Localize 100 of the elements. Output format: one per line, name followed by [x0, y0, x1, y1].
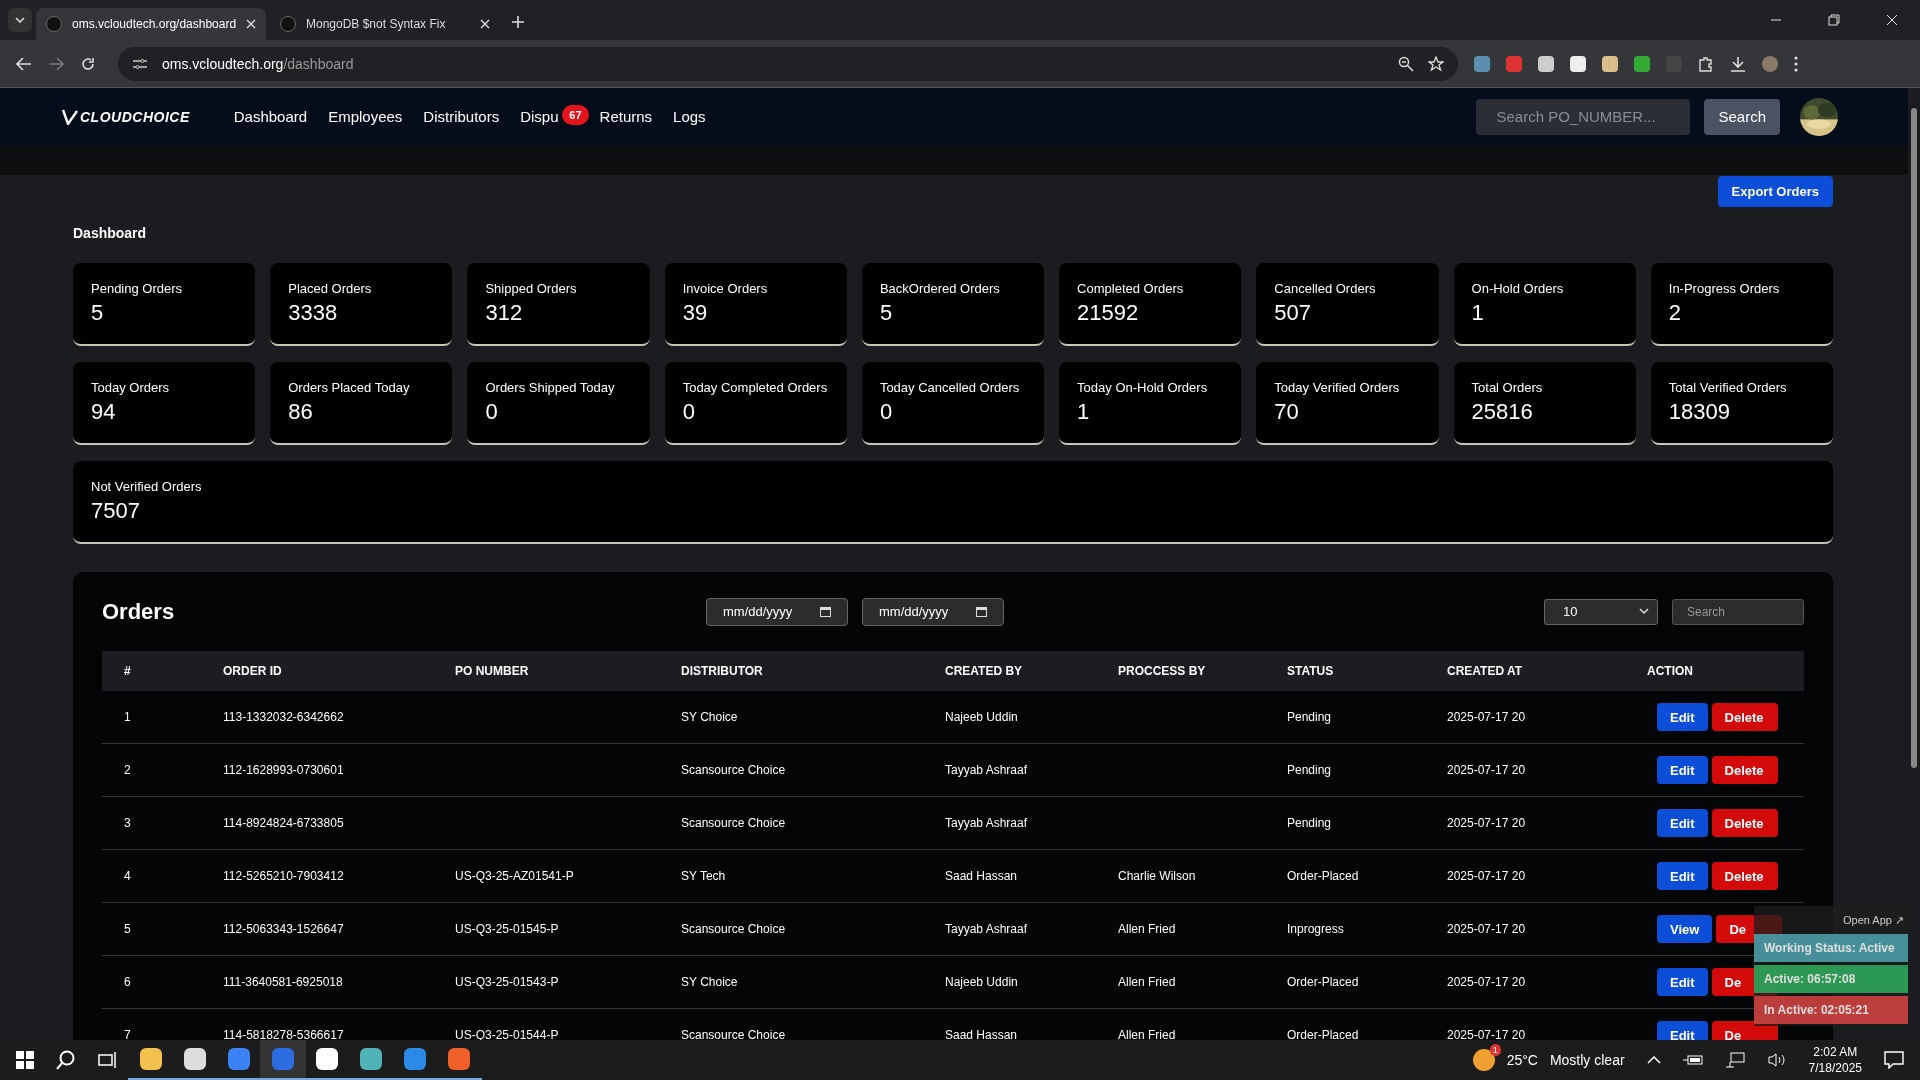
column-header: #	[123, 664, 132, 678]
delete-button[interactable]: Delete	[1711, 756, 1778, 784]
calendar-icon[interactable]	[820, 606, 831, 617]
zoom-icon[interactable]	[1398, 55, 1414, 72]
delete-button[interactable]: Delete	[1711, 703, 1778, 731]
stat-value: 507	[1274, 300, 1313, 326]
clock-date[interactable]: 7/18/2025	[1808, 1060, 1862, 1076]
extension-icon[interactable]	[1538, 55, 1554, 72]
table-cell: 5	[124, 922, 131, 936]
restore-icon[interactable]	[1828, 14, 1840, 26]
extension-icon[interactable]	[1570, 55, 1586, 72]
stat-value: 70	[1274, 399, 1300, 425]
search-field[interactable]: Search	[1672, 598, 1804, 625]
nav-link[interactable]: Returns	[599, 108, 653, 125]
site-icon	[280, 16, 296, 32]
windows-icon[interactable]	[16, 1051, 34, 1069]
open-app-link[interactable]: Open App ↗	[1839, 912, 1908, 931]
stat-label: BackOrdered Orders	[879, 281, 1001, 296]
page-size-select[interactable]: 10	[1544, 598, 1658, 625]
brand-name[interactable]: CLOUDCHOICE	[80, 108, 190, 125]
table-cell: 4	[124, 869, 131, 883]
avatar-icon[interactable]	[1762, 55, 1778, 72]
edit-button[interactable]: Edit	[1657, 1021, 1708, 1040]
search-icon[interactable]	[56, 1050, 76, 1070]
table-cell: 2025-07-17 20	[1447, 816, 1526, 830]
search-field[interactable]: Search PO_NUMBER...	[1476, 98, 1691, 135]
edit-button[interactable]: Edit	[1657, 756, 1708, 784]
delete-button[interactable]: Delete	[1711, 862, 1778, 890]
notification-icon[interactable]	[1884, 1051, 1904, 1069]
table-cell: 2025-07-17 20	[1447, 922, 1526, 936]
back-icon[interactable]	[16, 56, 32, 71]
status-bar: In Active: 02:05:21	[1754, 996, 1908, 1024]
puzzle-icon[interactable]	[1698, 55, 1714, 72]
nav-link[interactable]: Dashboard	[233, 108, 308, 125]
close-icon[interactable]	[1886, 14, 1898, 26]
address-bar[interactable]: oms.vcloudtech.org/dashboard	[118, 46, 1458, 81]
table-cell: Order-Placed	[1287, 869, 1359, 883]
table-cell: Pending	[1287, 763, 1332, 777]
new-tab-icon[interactable]	[512, 16, 524, 28]
nav-link[interactable]: Employees	[328, 108, 403, 125]
weather-text[interactable]: Mostly clear	[1549, 1052, 1625, 1068]
nav-link[interactable]: Logs	[673, 108, 706, 125]
column-header: ACTION	[1646, 664, 1694, 678]
search-button[interactable]: Search	[1704, 98, 1780, 135]
edit-button[interactable]: Edit	[1657, 809, 1708, 837]
stat-value: 39	[682, 300, 709, 326]
delete-button[interactable]: Delete	[1711, 809, 1778, 837]
nav-link[interactable]: Distributors	[423, 108, 500, 125]
table-cell: Tayyab Ashraaf	[945, 816, 1028, 830]
star-icon[interactable]	[1428, 55, 1444, 72]
table-cell: 114-8924824-6733805	[223, 816, 344, 830]
chevron-up-icon[interactable]	[1646, 1056, 1661, 1064]
edit-button[interactable]: View	[1657, 915, 1713, 943]
clock-time[interactable]: 2:02 AM	[1813, 1044, 1858, 1060]
site-icon	[46, 16, 62, 32]
date-field[interactable]: mm/dd/yyyy	[862, 597, 1004, 626]
edit-button[interactable]: Edit	[1657, 968, 1708, 996]
tab-list-button[interactable]	[8, 8, 32, 32]
table-cell: 1	[124, 710, 131, 724]
table-cell: 111-3640581-6925018	[223, 975, 343, 989]
speaker-icon[interactable]	[1766, 1052, 1787, 1068]
table-cell: Tayyab Ashraaf	[945, 763, 1028, 777]
column-header: STATUS	[1286, 664, 1335, 678]
calendar-icon[interactable]	[976, 606, 987, 617]
date-field[interactable]: mm/dd/yyyy	[706, 597, 848, 626]
reload-icon[interactable]	[80, 55, 96, 72]
stat-value: 1	[1471, 300, 1485, 326]
close-icon[interactable]	[480, 19, 490, 29]
task-view-icon[interactable]	[98, 1051, 118, 1069]
forward-icon[interactable]	[48, 56, 64, 71]
table-cell: 3	[124, 816, 131, 830]
chevron-down-icon[interactable]	[15, 17, 25, 23]
stat-value: 2	[1668, 300, 1682, 326]
table-cell: 2025-07-17 20	[1447, 1028, 1526, 1040]
network-icon[interactable]	[1724, 1052, 1745, 1068]
export-button[interactable]: Export Orders	[1717, 176, 1833, 207]
edit-button[interactable]: Edit	[1657, 862, 1708, 890]
table-cell: Allen Fried	[1118, 1028, 1176, 1040]
status-bar: Working Status: Active	[1754, 934, 1908, 962]
close-icon[interactable]	[246, 19, 256, 29]
stat-value: 7507	[91, 498, 141, 524]
table-cell: 6	[124, 975, 131, 989]
table-cell: 2025-07-17 20	[1447, 710, 1526, 724]
temperature[interactable]: 25°C	[1506, 1052, 1538, 1068]
extension-icon[interactable]	[1602, 55, 1618, 72]
site-settings-icon[interactable]	[132, 56, 148, 71]
more-icon[interactable]	[1794, 55, 1798, 72]
count-badge: 67	[562, 105, 589, 125]
download-icon[interactable]	[1730, 55, 1746, 72]
table-cell: Allen Fried	[1118, 922, 1176, 936]
table-cell: US-Q3-25-AZ01541-P	[455, 869, 574, 883]
browser-tab[interactable]: MongoDB $not Syntax Fix	[270, 8, 500, 40]
battery-icon[interactable]	[1682, 1054, 1703, 1066]
weather-icon[interactable]	[1472, 1049, 1495, 1071]
browser-tab[interactable]: oms.vcloudtech.org/dashboard	[36, 8, 266, 40]
table-cell: 2025-07-17 20	[1447, 869, 1526, 883]
edit-button[interactable]: Edit	[1657, 703, 1708, 731]
table-cell: Scansource Choice	[681, 1028, 786, 1040]
table-cell: Order-Placed	[1287, 975, 1359, 989]
stat-value: 5	[879, 300, 894, 326]
